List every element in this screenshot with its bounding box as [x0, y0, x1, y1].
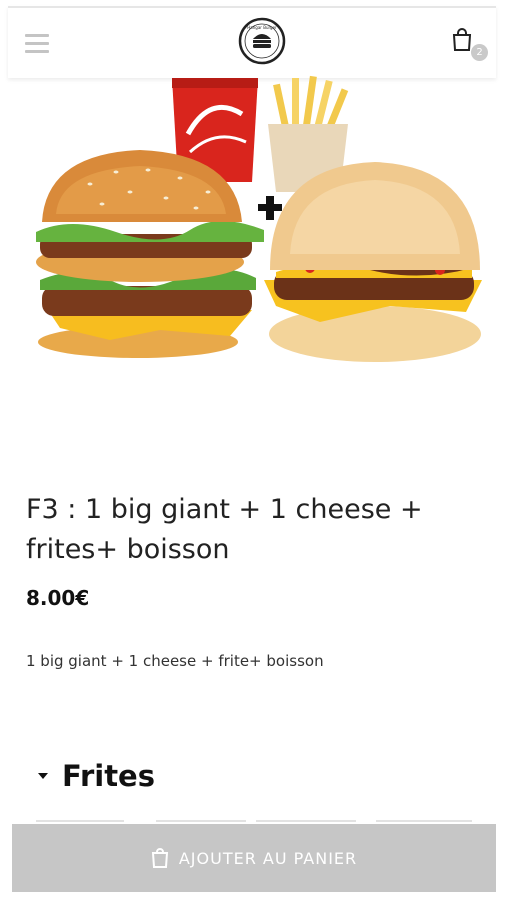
- product-description: 1 big giant + 1 cheese + frite+ boisson: [26, 652, 324, 670]
- plus-sign-icon: [258, 196, 282, 220]
- shopping-bag-icon: [151, 848, 168, 868]
- fries-options-toggle[interactable]: Frites: [38, 756, 155, 796]
- shopping-bag-icon: [452, 28, 472, 51]
- add-to-cart-button[interactable]: AJOUTER AU PANIER: [12, 824, 496, 892]
- add-to-cart-label: AJOUTER AU PANIER: [178, 848, 358, 868]
- section-title: Frites: [62, 759, 155, 793]
- top-bar: Hangar Burger 2: [8, 6, 496, 78]
- restaurant-logo[interactable]: Hangar Burger: [238, 17, 286, 65]
- cart-button[interactable]: 2: [451, 28, 491, 68]
- logo-top-text: Hangar Burger: [247, 25, 277, 30]
- product-price: 8.00€: [26, 586, 90, 610]
- caret-down-icon: [38, 773, 48, 779]
- product-title: F3 : 1 big giant + 1 cheese + frites+ bo…: [26, 494, 423, 565]
- hamburger-menu-icon[interactable]: [25, 34, 49, 54]
- cart-count-badge: 2: [471, 44, 488, 61]
- cheeseburger: [264, 162, 482, 362]
- product-image: [36, 75, 482, 362]
